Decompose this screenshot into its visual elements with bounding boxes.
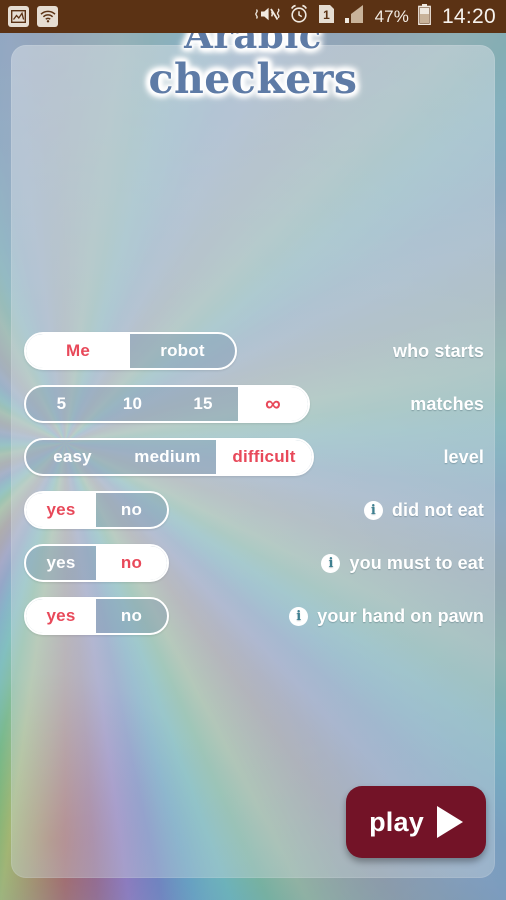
segment-matches-2[interactable]: 15 [168, 387, 238, 421]
segment-who_starts-1[interactable]: robot [130, 334, 235, 368]
segment-did_not_eat-1[interactable]: no [96, 493, 167, 527]
segment-level-1[interactable]: medium [119, 440, 216, 474]
setting-label-you_must_to_eat: i you must to eat [321, 553, 484, 574]
segmented-control-your_hand_on_pawn: yes no [24, 597, 169, 635]
battery-icon [418, 3, 431, 30]
segmented-control-did_not_eat: yes no [24, 491, 169, 529]
play-button-label: play [369, 806, 424, 837]
segment-you_must_to_eat-0[interactable]: yes [26, 546, 96, 580]
status-bar-right: 1 47% 14:20 [254, 3, 496, 30]
setting-label-text: you must to eat [349, 552, 484, 573]
segment-level-2[interactable]: difficult [216, 440, 312, 474]
segment-matches-0[interactable]: 5 [26, 387, 97, 421]
segmented-control-who_starts: Me robot [24, 332, 237, 370]
setting-row-matches: 5 10 15 ∞ matches [0, 378, 506, 430]
segment-did_not_eat-0[interactable]: yes [26, 493, 96, 527]
play-triangle-icon [436, 806, 463, 838]
setting-label-level: level [443, 447, 484, 468]
play-button[interactable]: play [346, 786, 486, 858]
wifi-icon [37, 6, 58, 27]
setting-row-did_not_eat: yes no i did not eat [0, 484, 506, 536]
segment-matches-1[interactable]: 10 [97, 387, 168, 421]
setting-label-matches: matches [410, 394, 484, 415]
signal-strength-icon [344, 4, 366, 29]
segment-matches-3[interactable]: ∞ [238, 387, 308, 421]
app-root: 1 47% 14:20 Arabic checkers Me robot who… [0, 0, 506, 900]
gallery-icon [8, 6, 29, 27]
segment-who_starts-0[interactable]: Me [26, 334, 130, 368]
clock-label: 14:20 [441, 5, 496, 28]
segment-level-0[interactable]: easy [26, 440, 119, 474]
setting-label-did_not_eat: i did not eat [363, 499, 484, 521]
setting-label-who_starts: who starts [393, 341, 484, 362]
setting-label-text: who starts [392, 340, 484, 361]
segment-your_hand_on_pawn-1[interactable]: no [96, 599, 167, 633]
segmented-control-you_must_to_eat: yes no [24, 544, 169, 582]
setting-label-your_hand_on_pawn: i your hand on pawn [289, 606, 484, 627]
setting-label-text: level [443, 446, 484, 467]
segment-your_hand_on_pawn-0[interactable]: yes [26, 599, 96, 633]
battery-percent-label: 47% [374, 7, 409, 26]
setting-label-text: matches [410, 393, 484, 414]
setting-row-your_hand_on_pawn: yes no i your hand on pawn [0, 590, 506, 642]
sim-card-1-icon: 1 [318, 4, 335, 29]
settings-rows: Me robot who starts 5 10 15 ∞ matches easy medium… [0, 325, 506, 643]
status-bar: 1 47% 14:20 [0, 0, 506, 33]
setting-label-text: your hand on pawn [317, 605, 484, 626]
setting-row-who_starts: Me robot who starts [0, 325, 506, 377]
mute-vibrate-icon [254, 4, 280, 29]
setting-label-text: did not eat [391, 499, 484, 520]
info-icon[interactable]: i [363, 500, 383, 520]
status-bar-left [8, 6, 58, 27]
info-icon[interactable]: i [321, 553, 341, 573]
segmented-control-level: easy medium difficult [24, 438, 314, 476]
alarm-clock-icon [289, 4, 309, 29]
setting-row-level: easy medium difficult level [0, 431, 506, 483]
title-line-2: checkers [148, 54, 358, 103]
segment-you_must_to_eat-1[interactable]: no [96, 546, 167, 580]
svg-text:1: 1 [323, 8, 330, 22]
segmented-control-matches: 5 10 15 ∞ [24, 385, 310, 423]
info-icon[interactable]: i [289, 606, 309, 626]
setting-row-you_must_to_eat: yes no i you must to eat [0, 537, 506, 589]
